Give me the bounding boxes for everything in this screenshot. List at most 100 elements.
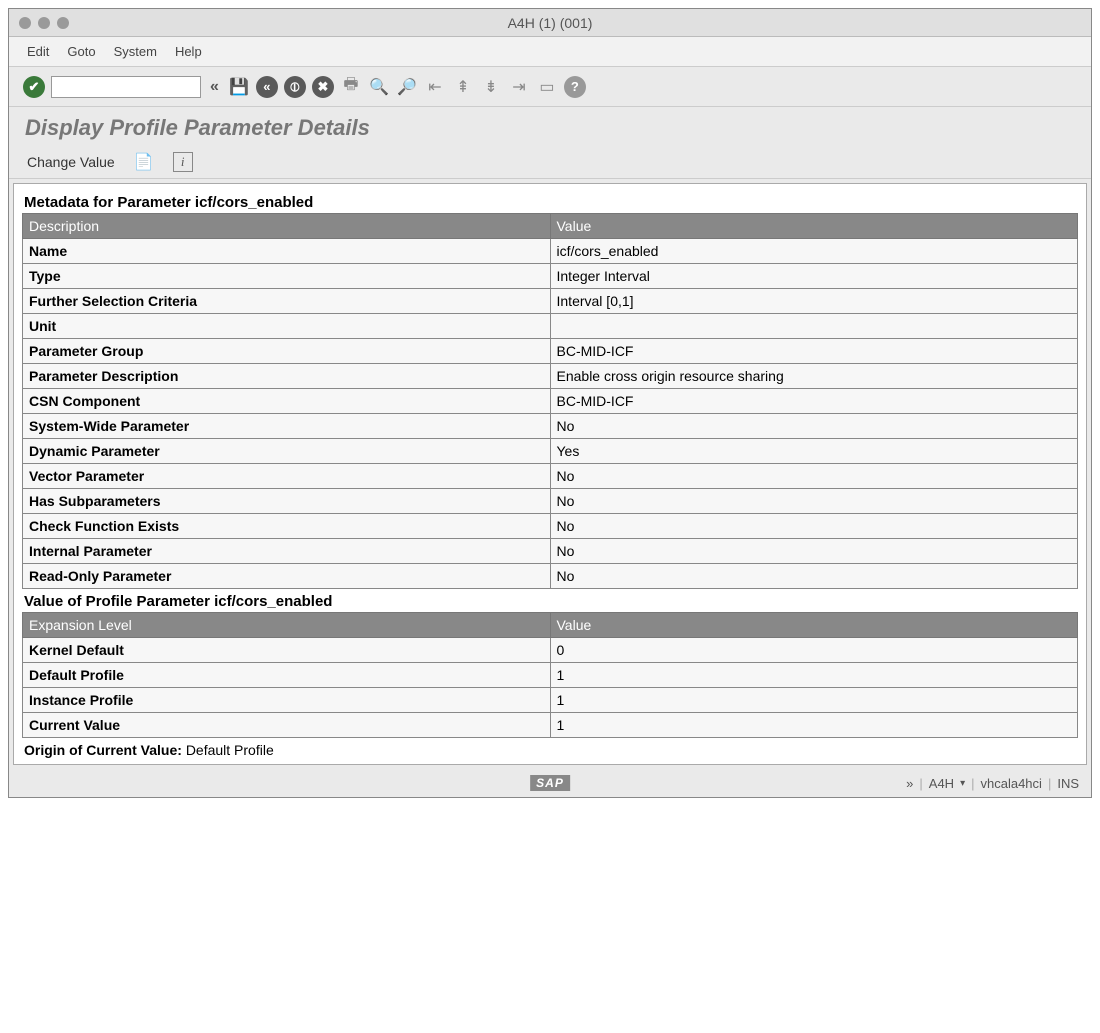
cell-value: No bbox=[550, 464, 1078, 489]
table-row: Check Function ExistsNo bbox=[23, 514, 1078, 539]
cell-value: Integer Interval bbox=[550, 264, 1078, 289]
cell-label: Parameter Group bbox=[23, 339, 551, 364]
command-input[interactable] bbox=[51, 76, 201, 98]
back-icon[interactable]: « bbox=[207, 78, 222, 96]
table-row: Kernel Default0 bbox=[23, 638, 1078, 663]
cancel-icon[interactable]: ✖ bbox=[312, 76, 334, 98]
cell-label: System-Wide Parameter bbox=[23, 414, 551, 439]
cell-value: Interval [0,1] bbox=[550, 289, 1078, 314]
table-row: TypeInteger Interval bbox=[23, 264, 1078, 289]
table-row: Parameter DescriptionEnable cross origin… bbox=[23, 364, 1078, 389]
metadata-table: Description Value Nameicf/cors_enabled T… bbox=[22, 213, 1078, 589]
col-value: Value bbox=[550, 613, 1078, 638]
menubar: Edit Goto System Help bbox=[9, 37, 1091, 67]
table-row: Default Profile1 bbox=[23, 663, 1078, 688]
cell-value: No bbox=[550, 514, 1078, 539]
app-toolbar: Change Value 📄 i bbox=[9, 145, 1091, 179]
status-host: vhcala4hci bbox=[981, 776, 1042, 791]
cell-value: Enable cross origin resource sharing bbox=[550, 364, 1078, 389]
cell-label: Kernel Default bbox=[23, 638, 551, 663]
statusbar: SAP » | A4H ▾ | vhcala4hci | INS bbox=[9, 769, 1091, 797]
table-row: Dynamic ParameterYes bbox=[23, 439, 1078, 464]
table-row: Current Value1 bbox=[23, 713, 1078, 738]
chevron-down-icon[interactable]: ▾ bbox=[960, 778, 965, 789]
col-description: Description bbox=[23, 214, 551, 239]
cell-label: Further Selection Criteria bbox=[23, 289, 551, 314]
cell-label: Vector Parameter bbox=[23, 464, 551, 489]
cell-value bbox=[550, 314, 1078, 339]
status-insert-mode: INS bbox=[1057, 776, 1079, 791]
menu-system[interactable]: System bbox=[114, 44, 157, 59]
cell-label: Instance Profile bbox=[23, 688, 551, 713]
save-icon[interactable]: 💾 bbox=[228, 76, 250, 98]
sap-logo: SAP bbox=[530, 775, 570, 791]
status-system[interactable]: A4H bbox=[929, 776, 954, 791]
find-icon[interactable]: 🔍 bbox=[368, 76, 390, 98]
help-icon[interactable]: ? bbox=[564, 76, 586, 98]
cell-value: Yes bbox=[550, 439, 1078, 464]
cell-label: Current Value bbox=[23, 713, 551, 738]
table-row: Has SubparametersNo bbox=[23, 489, 1078, 514]
table-row: Parameter GroupBC-MID-ICF bbox=[23, 339, 1078, 364]
cell-value: No bbox=[550, 489, 1078, 514]
table-row: CSN ComponentBC-MID-ICF bbox=[23, 389, 1078, 414]
origin-line: Origin of Current Value: Default Profile bbox=[22, 738, 1078, 760]
find-next-icon[interactable]: 🔎 bbox=[396, 76, 418, 98]
window: A4H (1) (001) Edit Goto System Help ✔ « … bbox=[8, 8, 1092, 798]
status-expand-icon[interactable]: » bbox=[906, 776, 913, 791]
next-page-icon[interactable]: ⇟ bbox=[480, 76, 502, 98]
cell-label: Has Subparameters bbox=[23, 489, 551, 514]
menu-edit[interactable]: Edit bbox=[27, 44, 49, 59]
cell-value: BC-MID-ICF bbox=[550, 339, 1078, 364]
titlebar: A4H (1) (001) bbox=[9, 9, 1091, 37]
origin-value: Default Profile bbox=[186, 742, 274, 758]
origin-label: Origin of Current Value bbox=[24, 742, 177, 758]
cell-label: Read-Only Parameter bbox=[23, 564, 551, 589]
change-value-button[interactable]: Change Value bbox=[27, 154, 115, 170]
cell-label: Internal Parameter bbox=[23, 539, 551, 564]
enter-button[interactable]: ✔ bbox=[23, 76, 45, 98]
print-icon[interactable]: 🖶 bbox=[340, 76, 362, 98]
exit-icon[interactable]: ⦶ bbox=[284, 76, 306, 98]
cell-label: Default Profile bbox=[23, 663, 551, 688]
info-icon[interactable]: i bbox=[173, 152, 193, 172]
prev-page-icon[interactable]: ⇞ bbox=[452, 76, 474, 98]
menu-help[interactable]: Help bbox=[175, 44, 202, 59]
table-row: Internal ParameterNo bbox=[23, 539, 1078, 564]
col-value: Value bbox=[550, 214, 1078, 239]
cell-value: BC-MID-ICF bbox=[550, 389, 1078, 414]
value-table: Expansion Level Value Kernel Default0 De… bbox=[22, 612, 1078, 738]
table-row: System-Wide ParameterNo bbox=[23, 414, 1078, 439]
first-page-icon[interactable]: ⇤ bbox=[424, 76, 446, 98]
metadata-section-title: Metadata for Parameter icf/cors_enabled bbox=[22, 190, 1078, 213]
cell-value: No bbox=[550, 414, 1078, 439]
value-section-title: Value of Profile Parameter icf/cors_enab… bbox=[22, 589, 1078, 612]
cell-value: 1 bbox=[550, 688, 1078, 713]
cell-label: Type bbox=[23, 264, 551, 289]
table-row: Unit bbox=[23, 314, 1078, 339]
cell-value: 0 bbox=[550, 638, 1078, 663]
table-row: Read-Only ParameterNo bbox=[23, 564, 1078, 589]
table-row: Instance Profile1 bbox=[23, 688, 1078, 713]
table-row: Nameicf/cors_enabled bbox=[23, 239, 1078, 264]
system-toolbar: ✔ « 💾 « ⦶ ✖ 🖶 🔍 🔎 ⇤ ⇞ ⇟ ⇥ ▭ ? bbox=[9, 67, 1091, 107]
cell-label: Unit bbox=[23, 314, 551, 339]
new-session-icon[interactable]: ▭ bbox=[536, 76, 558, 98]
document-icon[interactable]: 📄 bbox=[133, 151, 155, 173]
col-expansion-level: Expansion Level bbox=[23, 613, 551, 638]
menu-goto[interactable]: Goto bbox=[67, 44, 95, 59]
last-page-icon[interactable]: ⇥ bbox=[508, 76, 530, 98]
cell-value: icf/cors_enabled bbox=[550, 239, 1078, 264]
cell-value: 1 bbox=[550, 713, 1078, 738]
cell-value: 1 bbox=[550, 663, 1078, 688]
cell-value: No bbox=[550, 564, 1078, 589]
cell-label: Dynamic Parameter bbox=[23, 439, 551, 464]
cell-label: Check Function Exists bbox=[23, 514, 551, 539]
cell-label: CSN Component bbox=[23, 389, 551, 414]
back-circle-icon[interactable]: « bbox=[256, 76, 278, 98]
cell-label: Parameter Description bbox=[23, 364, 551, 389]
cell-value: No bbox=[550, 539, 1078, 564]
window-title: A4H (1) (001) bbox=[9, 15, 1091, 31]
table-row: Further Selection CriteriaInterval [0,1] bbox=[23, 289, 1078, 314]
table-row: Vector ParameterNo bbox=[23, 464, 1078, 489]
